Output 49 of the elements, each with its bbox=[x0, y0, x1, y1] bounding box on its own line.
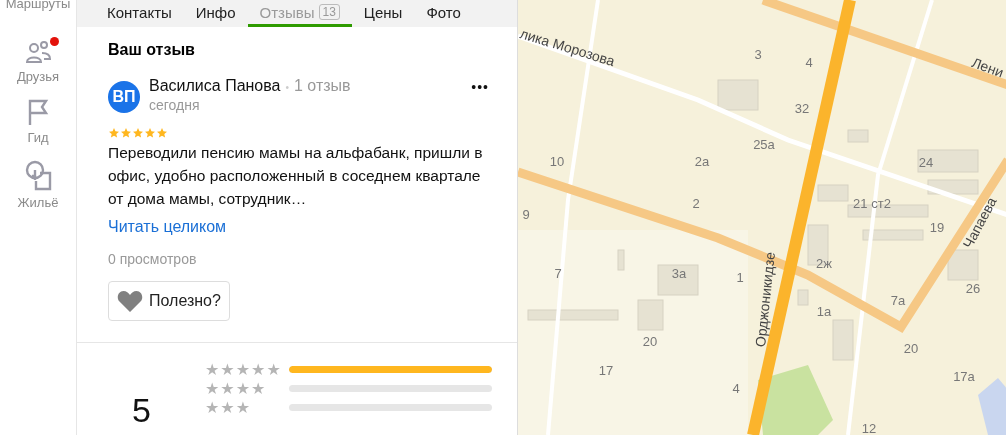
review-text: Переводили пенсию мамы на альфабанк, пришли в офис, удобно расположенный в соседнем квартале от дома мамы, сотрудник… bbox=[108, 143, 484, 209]
house-number: 7а bbox=[890, 293, 906, 308]
helpful-button[interactable]: Полезно? bbox=[108, 281, 230, 321]
house-number: 10 bbox=[549, 154, 565, 169]
separator-dot: • bbox=[285, 82, 289, 93]
house-number: 32 bbox=[794, 101, 810, 116]
house-number: 2а bbox=[694, 154, 710, 169]
house-number: 1а bbox=[816, 304, 832, 319]
read-more-link[interactable]: Читать целиком bbox=[108, 218, 227, 236]
house-number: 2ж bbox=[816, 256, 832, 271]
author-review-count: 1 отзыв bbox=[294, 77, 351, 95]
house-number: 9 bbox=[522, 207, 530, 222]
review-count: 13 bbox=[318, 4, 340, 20]
view-count: 0 просмотров bbox=[108, 251, 198, 267]
author-name[interactable]: Василиса Панова bbox=[149, 77, 281, 95]
avatar: ВП bbox=[108, 81, 140, 113]
sidebar-item[interactable]: Гид bbox=[26, 98, 50, 145]
review-date: сегодня bbox=[149, 97, 201, 113]
house-number: 1 bbox=[736, 270, 744, 285]
more-menu-button[interactable]: ••• bbox=[469, 77, 491, 97]
house-number: 17 bbox=[598, 363, 614, 378]
house-number: 4 bbox=[732, 381, 740, 396]
house-number: 12 bbox=[861, 421, 877, 435]
house-number: 17а bbox=[953, 369, 975, 384]
house-number: 3 bbox=[754, 47, 762, 62]
house-number: 3а bbox=[671, 266, 687, 281]
tab[interactable]: Фото bbox=[414, 0, 473, 27]
house-number: 21 ст2 bbox=[853, 196, 891, 211]
house-number: 20 bbox=[903, 341, 919, 356]
house-number: 4 bbox=[805, 55, 813, 70]
house-number: 7 bbox=[554, 266, 562, 281]
house-number: 2 bbox=[692, 196, 700, 211]
house-number: 25а bbox=[753, 137, 775, 152]
section-title: Ваш отзыв bbox=[108, 41, 196, 59]
house-number: 19 bbox=[929, 220, 945, 235]
tab[interactable]: Контакты bbox=[95, 0, 184, 27]
star-count-label: ★★★★★ bbox=[205, 361, 282, 378]
tab[interactable]: Цены bbox=[351, 0, 415, 27]
house-number: 24 bbox=[918, 155, 934, 170]
street-label: Лени bbox=[969, 54, 1006, 81]
star-count-label: ★★★★ bbox=[205, 380, 267, 397]
street-label: Орджоникидзе bbox=[752, 251, 778, 348]
star-count-label: ★★★ bbox=[205, 399, 252, 416]
tab[interactable]: Инфо bbox=[183, 0, 248, 27]
rating-value: 5 bbox=[132, 391, 152, 430]
house-number: 26 bbox=[965, 281, 981, 296]
house-number: 20 bbox=[642, 334, 658, 349]
sidebar-item[interactable]: Друзья bbox=[16, 39, 60, 84]
sidebar-item[interactable]: Жильё bbox=[17, 159, 59, 210]
